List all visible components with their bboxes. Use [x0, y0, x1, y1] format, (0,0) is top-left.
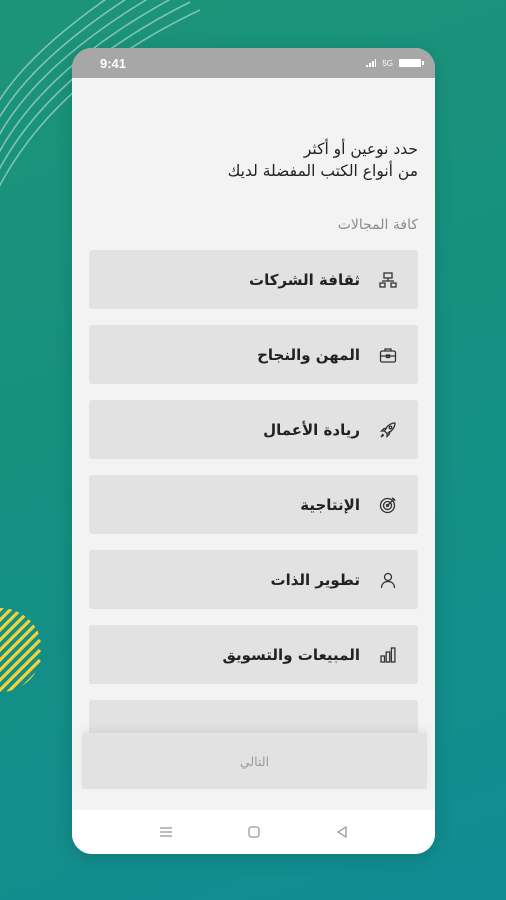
status-bar: 9:41 5G — [72, 48, 435, 78]
title-line-2: من أنواع الكتب المفضلة لديك — [227, 162, 418, 180]
category-self-development[interactable]: تطوير الذات — [89, 550, 418, 609]
category-label: تطوير الذات — [270, 570, 361, 589]
back-triangle-icon[interactable] — [334, 824, 350, 840]
page-title: حدد نوعين أو أكثر من أنواع الكتب المفضلة… — [89, 138, 418, 182]
category-label: ثقافة الشركات — [249, 270, 360, 289]
briefcase-icon — [378, 345, 398, 365]
category-list: ثقافة الشركات المهن والنجاح ريادة الأعما… — [89, 250, 418, 759]
category-label: ريادة الأعمال — [263, 420, 360, 439]
title-line-1: حدد نوعين أو أكثر — [303, 140, 418, 158]
phone-frame: 9:41 5G حدد نوعين أو أكثر من أنواع الكتب… — [72, 48, 435, 854]
organization-icon — [378, 270, 398, 290]
category-label: الإنتاجية — [300, 495, 360, 514]
category-label: المبيعات والتسويق — [222, 645, 360, 664]
target-icon — [378, 495, 398, 515]
next-button-label: التالي — [239, 753, 270, 769]
category-entrepreneurship[interactable]: ريادة الأعمال — [89, 400, 418, 459]
rocket-icon — [378, 420, 398, 440]
category-sales-marketing[interactable]: المبيعات والتسويق — [89, 625, 418, 684]
category-careers-success[interactable]: المهن والنجاح — [89, 325, 418, 384]
status-icons: 5G — [366, 58, 424, 68]
main-content: حدد نوعين أو أكثر من أنواع الكتب المفضلة… — [72, 138, 435, 759]
category-productivity[interactable]: الإنتاجية — [89, 475, 418, 534]
network-type: 5G — [382, 58, 393, 68]
status-time: 9:41 — [100, 55, 127, 71]
section-label-all-fields: كافة المجالات — [337, 217, 418, 233]
person-icon — [378, 570, 398, 590]
category-corporate-culture[interactable]: ثقافة الشركات — [89, 250, 418, 309]
menu-icon[interactable] — [158, 824, 174, 840]
bar-chart-icon — [378, 645, 398, 665]
home-square-icon[interactable] — [246, 824, 262, 840]
battery-icon — [399, 59, 424, 67]
next-button[interactable]: التالي — [82, 733, 427, 789]
category-label: المهن والنجاح — [257, 345, 360, 364]
android-nav-bar — [72, 810, 435, 854]
signal-icon — [366, 59, 377, 67]
decorative-yellow-stripes — [0, 608, 42, 692]
